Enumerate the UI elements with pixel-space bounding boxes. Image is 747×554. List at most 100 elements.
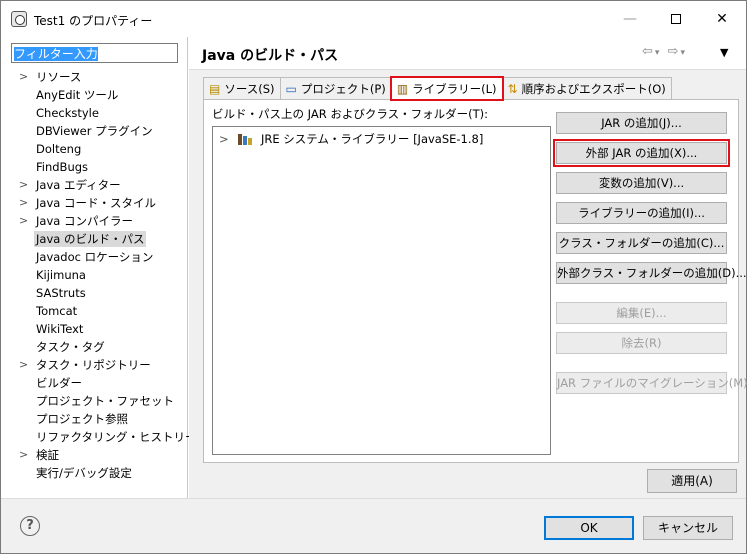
tab-order-export[interactable]: ⇅ 順序およびエクスポート(O) [501, 77, 672, 99]
help-icon[interactable]: ? [20, 516, 40, 536]
tab-projects[interactable]: ▭ プロジェクト(P) [279, 77, 392, 99]
chevron-right-icon[interactable]: > [19, 68, 28, 86]
tree-item[interactable]: > Java エディター [1, 176, 187, 194]
tree-item-label: Javadoc ロケーション [36, 250, 154, 264]
add-jar-button[interactable]: JAR の追加(J)... [556, 112, 727, 134]
close-button[interactable]: ✕ [699, 1, 745, 37]
order-export-icon: ⇅ [507, 81, 518, 96]
tree-item-label: リソース [36, 70, 82, 84]
tree-item[interactable]: > 検証 [1, 446, 187, 464]
tree-item-label: Java コンパイラー [36, 214, 133, 228]
tree-item[interactable]: リファクタリング・ヒストリー [1, 428, 197, 446]
add-external-jar-button[interactable]: 外部 JAR の追加(X)... [553, 139, 730, 167]
tab-label: 順序およびエクスポート(O) [521, 81, 666, 96]
tree-item-label: 検証 [36, 448, 59, 462]
minimize-button[interactable]: — [607, 1, 653, 37]
tree-item-label: SAStruts [36, 286, 86, 300]
chevron-right-icon[interactable]: > [219, 132, 229, 146]
tree-item[interactable]: Tomcat [1, 302, 187, 320]
category-tree-panel: フィルター入力 > リソース AnyEdit ツール Checkstyle DBView… [1, 37, 197, 498]
add-external-class-folder-button[interactable]: 外部クラス・フォルダーの追加(D)... [556, 262, 747, 284]
tree-item[interactable]: > タスク・リポジトリー [1, 356, 187, 374]
remove-button[interactable]: 除去(R) [556, 332, 727, 354]
page-title: Java のビルド・パス [202, 48, 339, 64]
tab-source[interactable]: ▤ ソース(S) [203, 77, 281, 99]
project-folder-icon: ▭ [285, 81, 297, 96]
tree-item-label: プロジェクト参照 [36, 412, 128, 426]
tree-item-label: AnyEdit ツール [36, 88, 119, 102]
tree-item[interactable]: プロジェクト・ファセット [1, 392, 187, 410]
tab-label: プロジェクト(P) [300, 81, 386, 96]
chevron-right-icon[interactable]: > [19, 446, 28, 464]
filter-input[interactable]: フィルター入力 [11, 43, 178, 63]
page-header: Java のビルド・パス ⇦▾ ⇨▾ ▼ [189, 37, 746, 69]
tree-item[interactable]: > リソース [1, 68, 187, 86]
tree-item-label: タスク・リポジトリー [36, 358, 151, 372]
tree-item-label: Java のビルド・パス [34, 231, 147, 247]
tree-item[interactable]: SAStruts [1, 284, 187, 302]
tree-item[interactable]: > Java コンパイラー [1, 212, 187, 230]
libraries-tab-content: ビルド・パス上の JAR およびクラス・フォルダー(T): > JRE システム… [203, 99, 747, 463]
chevron-right-icon[interactable]: > [19, 356, 28, 374]
forward-arrow-icon[interactable]: ⇨ [668, 44, 681, 59]
tree-item-label: Checkstyle [36, 106, 99, 120]
migrate-jar-button[interactable]: JAR ファイルのマイグレーション(M)... [556, 372, 747, 394]
add-class-folder-button[interactable]: クラス・フォルダーの追加(C)... [556, 232, 727, 254]
maximize-icon [671, 14, 681, 24]
tree-item[interactable]: Java のビルド・パス [1, 230, 187, 248]
view-menu-icon[interactable]: ▼ [720, 46, 728, 59]
back-arrow-icon[interactable]: ⇦ [642, 44, 655, 59]
tree-item-label: Dolteng [36, 142, 82, 156]
tree-item[interactable]: プロジェクト参照 [1, 410, 187, 428]
title-bar: Test1 のプロパティー — ✕ [1, 1, 746, 37]
tree-item[interactable]: Checkstyle [1, 104, 187, 122]
build-path-list-label: ビルド・パス上の JAR およびクラス・フォルダー(T): [212, 107, 488, 121]
tab-label: ライブラリー(L) [412, 82, 497, 96]
tree-item-label: DBViewer プラグイン [36, 124, 153, 138]
header-divider [189, 69, 746, 70]
build-path-page: Java のビルド・パス ⇦▾ ⇨▾ ▼ ▤ ソース(S) ▭ プロジェクト(P… [189, 37, 747, 498]
maximize-button[interactable] [653, 1, 699, 37]
chevron-right-icon[interactable]: > [19, 212, 28, 230]
edit-button[interactable]: 編集(E)... [556, 302, 727, 324]
tree-item[interactable]: 実行/デバッグ設定 [1, 464, 187, 482]
tree-item[interactable]: AnyEdit ツール [1, 86, 187, 104]
tab-libraries[interactable]: ▥ ライブラリー(L) [389, 76, 504, 101]
tree-item-label: Java エディター [36, 178, 121, 192]
source-folder-icon: ▤ [209, 81, 221, 96]
add-variable-button[interactable]: 変数の追加(V)... [556, 172, 727, 194]
forward-dropdown-icon[interactable]: ▾ [680, 48, 687, 58]
list-item[interactable]: > JRE システム・ライブラリー [JavaSE-1.8] [219, 130, 483, 148]
tree-item-label: プロジェクト・ファセット [36, 394, 174, 408]
tree-item[interactable]: WikiText [1, 320, 187, 338]
add-library-button[interactable]: ライブラリーの追加(I)... [556, 202, 727, 224]
tree-item-label: FindBugs [36, 160, 89, 174]
jre-library-label: JRE システム・ライブラリー [JavaSE-1.8] [260, 132, 484, 146]
ok-button[interactable]: OK [544, 516, 634, 540]
cancel-button[interactable]: キャンセル [643, 516, 733, 540]
tree-item[interactable]: ビルダー [1, 374, 187, 392]
tree-item-label: 実行/デバッグ設定 [36, 466, 132, 480]
properties-dialog: Test1 のプロパティー — ✕ フィルター入力 > リソース AnyEdit ツ… [0, 0, 747, 554]
dialog-button-bar: ? OK キャンセル [1, 498, 746, 553]
tree-item-label: Kijimuna [36, 268, 86, 282]
tree-item[interactable]: Dolteng [1, 140, 187, 158]
chevron-right-icon[interactable]: > [19, 176, 28, 194]
tree-item-label: リファクタリング・ヒストリー [36, 430, 197, 444]
tree-item[interactable]: タスク・タグ [1, 338, 187, 356]
back-dropdown-icon[interactable]: ▾ [655, 48, 662, 58]
tree-item-label: ビルダー [36, 376, 82, 390]
tree-item[interactable]: Kijimuna [1, 266, 187, 284]
tree-item[interactable]: Javadoc ロケーション [1, 248, 187, 266]
build-path-tabs: ▤ ソース(S) ▭ プロジェクト(P) ▥ ライブラリー(L) ⇅ 順序および… [203, 76, 672, 101]
tree-item[interactable]: > Java コード・スタイル [1, 194, 187, 212]
tree-item[interactable]: DBViewer プラグイン [1, 122, 187, 140]
tree-item-label: Tomcat [36, 304, 78, 318]
tree-item[interactable]: FindBugs [1, 158, 187, 176]
apply-button[interactable]: 適用(A) [647, 469, 737, 493]
page-navigation: ⇦▾ ⇨▾ [642, 44, 687, 59]
chevron-right-icon[interactable]: > [19, 194, 28, 212]
filter-text: フィルター入力 [14, 47, 98, 61]
build-path-list[interactable]: > JRE システム・ライブラリー [JavaSE-1.8] [212, 126, 551, 455]
jre-library-icon [238, 133, 253, 145]
